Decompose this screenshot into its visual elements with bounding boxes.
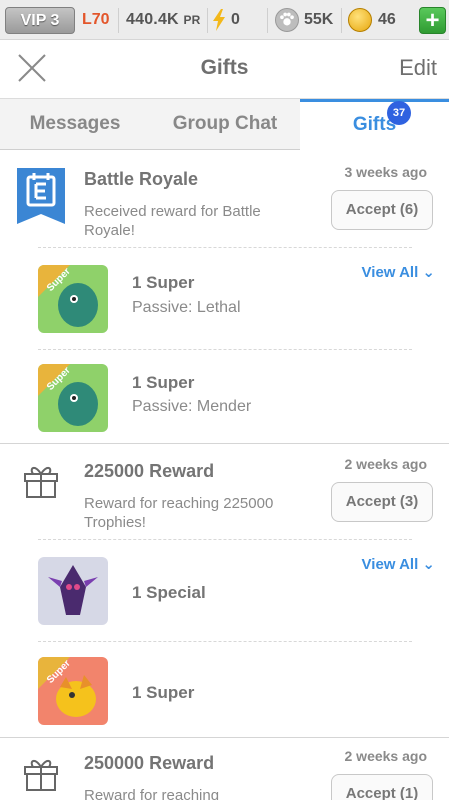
vip-badge[interactable]: VIP 3 [5, 7, 75, 34]
gift-timestamp: 2 weeks ago [344, 748, 428, 764]
gift-title: 225000 Reward [84, 461, 215, 481]
view-all-label: View All [361, 556, 419, 573]
gift-list: Battle Royale Received reward for Battle… [0, 151, 449, 800]
gift-description: Received reward for Battle Royale! [84, 203, 261, 239]
accept-button[interactable]: Accept (3) [331, 482, 433, 522]
reward-thumbnail: Super [38, 265, 108, 333]
gift-timestamp: 3 weeks ago [344, 164, 428, 180]
status-bar: VIP 3 L70 440.4K PR 0 55K 46 + [0, 0, 449, 40]
gift-title: Battle Royale [84, 169, 199, 189]
paw-icon [275, 8, 299, 32]
view-all-link[interactable]: View All ⌄ [362, 555, 435, 573]
group-separator [0, 737, 449, 738]
view-all-label: View All [361, 264, 419, 281]
gold-value: 46 [378, 11, 396, 28]
reward-thumbnail [38, 557, 108, 625]
tab-bar: Messages Group Chat Gifts [0, 98, 449, 150]
energy-value: 0 [231, 11, 240, 28]
tab-messages[interactable]: Messages [0, 99, 150, 150]
reward-title: 1 Super [132, 373, 195, 392]
player-level: L70 [82, 11, 110, 28]
reward-title: 1 Super [132, 273, 195, 292]
divider [341, 8, 342, 33]
accept-button[interactable]: Accept (6) [331, 190, 433, 230]
divider [38, 539, 412, 540]
food-value: 55K [304, 11, 334, 28]
view-all-link[interactable]: View All ⌄ [362, 263, 435, 281]
coin-icon [348, 8, 372, 32]
divider [38, 349, 412, 350]
divider [38, 247, 412, 248]
gift-description: Reward for reaching 225000 Trophies! [84, 495, 274, 531]
gift-icon [24, 760, 58, 791]
reward-thumbnail: Super [38, 657, 108, 725]
tab-gifts[interactable]: Gifts [300, 99, 449, 150]
chevron-down-icon: ⌄ [422, 264, 435, 281]
nav-header: Gifts Edit [0, 40, 449, 98]
power-value: 440.4K PR [126, 11, 201, 29]
edit-button[interactable]: Edit [399, 55, 437, 81]
divider [118, 8, 119, 33]
add-currency-button[interactable]: + [419, 7, 446, 34]
gifts-count-badge: 37 [387, 101, 411, 125]
reward-thumbnail: Super [38, 364, 108, 432]
reward-subtitle: Passive: Mender [132, 398, 252, 415]
gift-icon [24, 467, 58, 498]
bolt-icon [213, 9, 225, 31]
accept-button[interactable]: Accept (1) [331, 774, 433, 800]
chevron-down-icon: ⌄ [422, 556, 435, 573]
divider [267, 8, 268, 33]
reward-title: 1 Special [132, 583, 206, 602]
group-separator [0, 443, 449, 444]
reward-subtitle: Passive: Lethal [132, 299, 241, 316]
power-unit: PR [183, 13, 201, 27]
page-title: Gifts [200, 56, 249, 79]
divider [38, 641, 412, 642]
gift-title: 250000 Reward [84, 753, 215, 773]
calendar-icon [17, 168, 65, 224]
gift-description: Reward for reaching [84, 787, 220, 800]
divider [207, 8, 208, 33]
tab-group-chat[interactable]: Group Chat [150, 99, 300, 150]
reward-title: 1 Super [132, 683, 195, 702]
power-number: 440.4K [126, 11, 179, 28]
gift-timestamp: 2 weeks ago [344, 456, 428, 472]
